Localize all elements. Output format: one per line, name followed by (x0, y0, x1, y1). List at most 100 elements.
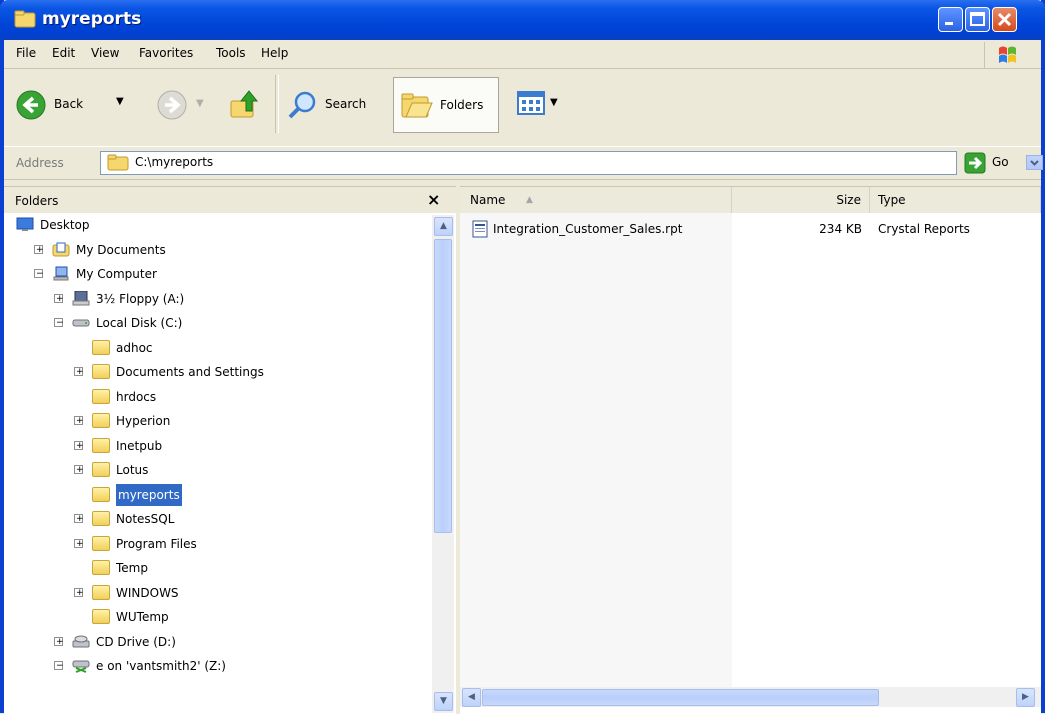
explorer-window: myreports File Edit View Favorites Tools… (0, 0, 1045, 714)
close-icon (997, 12, 1012, 27)
folders-pane-header: Folders × (4, 187, 456, 213)
tree-item[interactable]: + Lotus (4, 459, 424, 481)
go-button[interactable]: Go (964, 152, 1024, 174)
tree-item-label: myreports (116, 483, 182, 506)
folder-icon (92, 364, 110, 379)
folder-icon (14, 10, 36, 28)
expand-icon[interactable]: + (74, 587, 84, 598)
expand-icon[interactable]: + (74, 514, 84, 524)
go-label: Go (992, 155, 1009, 169)
tree-item[interactable]: + Program Files (4, 533, 424, 555)
scrollbar-thumb[interactable] (434, 239, 452, 533)
toolbar-separator (275, 75, 279, 133)
tree-item[interactable]: + Documents and Settings (4, 361, 424, 383)
expand-icon[interactable]: + (74, 440, 84, 451)
tree-item[interactable]: + My Documents (4, 239, 424, 261)
file-list: Name ▲ Size Type Integration_Customer_Sa… (460, 186, 1041, 714)
file-list-horizontal-scrollbar[interactable]: ◀ ▶ (460, 687, 1041, 707)
forward-arrow-icon[interactable] (157, 90, 187, 120)
close-button[interactable] (992, 7, 1017, 32)
collapse-icon[interactable]: − (34, 269, 44, 279)
menu-view[interactable]: View (91, 46, 119, 60)
back-arrow-icon (16, 90, 46, 120)
close-icon[interactable]: × (427, 190, 440, 209)
forward-dropdown-icon[interactable]: ▼ (196, 98, 204, 109)
tree-item[interactable]: WUTemp (4, 606, 424, 628)
file-row[interactable]: Integration_Customer_Sales.rpt 234 KB Cr… (460, 219, 1041, 239)
address-dropdown-button[interactable] (1026, 155, 1043, 170)
tree-item[interactable]: hrdocs (4, 386, 424, 408)
menu-edit[interactable]: Edit (52, 46, 75, 60)
tree-item-label: e on 'vantsmith2' (Z:) (96, 659, 226, 673)
folders-pane: Folders × Desktop + My Documents − My Comput… (4, 186, 456, 714)
maximize-button[interactable] (965, 7, 990, 32)
folders-button[interactable]: Folders (393, 77, 499, 133)
tree-item-label: NotesSQL (116, 512, 175, 526)
tree-item[interactable]: + NotesSQL (4, 508, 424, 530)
tree-item[interactable]: Temp (4, 557, 424, 579)
sort-ascending-icon: ▲ (526, 195, 533, 205)
column-header-type[interactable]: Type (870, 187, 1041, 213)
search-button[interactable]: Search (287, 87, 387, 123)
scrollbar-thumb[interactable] (482, 689, 879, 706)
tree-item[interactable]: + CD Drive (D:) (4, 631, 424, 653)
views-button[interactable]: ▼ (516, 89, 570, 119)
folder-icon (92, 486, 110, 502)
views-icon (517, 91, 545, 115)
menu-bar: File Edit View Favorites Tools Help (4, 40, 1041, 69)
hard-disk-icon (72, 315, 90, 330)
tree-item[interactable]: Desktop (4, 214, 424, 236)
tree-item-label: 3½ Floppy (A:) (96, 291, 185, 306)
tree-item-label: adhoc (116, 340, 153, 355)
expand-icon[interactable]: + (74, 465, 84, 475)
tree-item[interactable]: − My Computer (4, 263, 424, 285)
menu-tools[interactable]: Tools (216, 46, 246, 60)
scroll-left-icon[interactable]: ◀ (462, 688, 481, 707)
collapse-icon[interactable]: − (54, 318, 64, 328)
expand-icon[interactable]: + (74, 367, 84, 377)
collapse-icon[interactable]: − (54, 661, 64, 671)
tree-item[interactable]: − Local Disk (C:) (4, 312, 424, 334)
tree-item[interactable]: − e on 'vantsmith2' (Z:) (4, 655, 424, 677)
title-bar[interactable]: myreports (0, 0, 1045, 40)
folder-icon (92, 511, 110, 526)
scroll-right-icon[interactable]: ▶ (1016, 688, 1035, 707)
folder-icon (92, 388, 110, 404)
back-label: Back (54, 97, 84, 111)
expand-icon[interactable]: + (74, 538, 84, 549)
network-drive-icon (72, 658, 90, 673)
back-dropdown-icon[interactable]: ▼ (116, 96, 124, 107)
tree-item[interactable]: + WINDOWS (4, 582, 424, 604)
expand-icon[interactable]: + (34, 244, 44, 255)
back-button[interactable]: Back ▼ (16, 87, 134, 123)
tree-item[interactable]: + Hyperion (4, 410, 424, 432)
address-field[interactable]: C:\myreports (100, 151, 1043, 175)
up-folder-icon[interactable] (229, 87, 261, 121)
folder-tree-vertical-scrollbar[interactable]: ▲ ▼ (432, 215, 454, 713)
scroll-up-icon[interactable]: ▲ (434, 217, 453, 236)
menu-file[interactable]: File (16, 46, 36, 60)
floppy-icon (72, 290, 90, 306)
tree-item[interactable]: +3½ Floppy (A:) (4, 288, 424, 310)
expand-icon[interactable]: + (54, 293, 64, 304)
column-header-name[interactable]: Name ▲ (460, 187, 732, 213)
tree-item[interactable]: + Inetpub (4, 435, 424, 457)
report-file-icon (472, 220, 488, 238)
folder-icon (107, 154, 129, 171)
tree-item[interactable]: myreports (4, 483, 424, 506)
minimize-button[interactable] (938, 7, 963, 32)
folders-label: Folders (440, 98, 484, 112)
column-header-size[interactable]: Size (732, 187, 870, 213)
address-bar: Address C:\myreports Go (4, 146, 1043, 180)
cd-drive-icon (72, 634, 90, 649)
file-type: Crystal Reports (878, 222, 970, 236)
tree-item-label: Program Files (116, 536, 197, 551)
menu-help[interactable]: Help (261, 46, 288, 60)
tree-item-label: WINDOWS (116, 585, 179, 600)
tree-item[interactable]: adhoc (4, 337, 424, 359)
expand-icon[interactable]: + (74, 416, 84, 426)
scroll-down-icon[interactable]: ▼ (434, 692, 453, 711)
desktop-icon (16, 217, 34, 232)
menu-favorites[interactable]: Favorites (139, 46, 193, 60)
expand-icon[interactable]: + (54, 636, 64, 647)
